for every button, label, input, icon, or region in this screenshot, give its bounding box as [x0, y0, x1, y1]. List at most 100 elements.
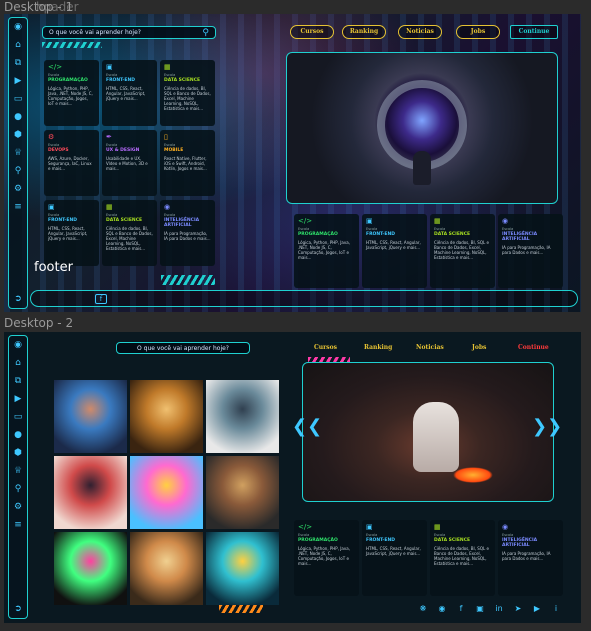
- card-label: Escola: [106, 143, 118, 147]
- hero-image: [286, 52, 558, 204]
- nav-ranking[interactable]: Ranking: [342, 25, 386, 39]
- search-input[interactable]: O que você vai aprender hoje?: [116, 342, 250, 354]
- window-icon: ▣: [106, 63, 113, 71]
- school-card[interactable]: ◉ Escola INTELIGÊNCIA ARTIFICIAL IA para Pr…: [160, 200, 215, 266]
- sliders-icon[interactable]: ≡: [12, 519, 24, 531]
- gallery-image-painter-room[interactable]: [130, 532, 203, 605]
- monitor-icon[interactable]: ▭: [12, 411, 24, 423]
- card-description: Ciência de dados, BI, SQL e Banco de Dad…: [164, 86, 211, 111]
- telegram-icon[interactable]: ➤: [513, 604, 523, 614]
- home-icon[interactable]: ⌂: [12, 357, 24, 369]
- card-label: Escola: [298, 533, 310, 537]
- desktop-1-frame: ◉ ⌂ ⧉ ▶ ▭ ● ⬢ ♕ ⚲ ⚙ ≡ ➲ O que você vai aprender hoj…: [4, 14, 581, 312]
- school-card[interactable]: ▣ Escola FRONT-END HTML, CSS, React, Angula…: [362, 214, 427, 288]
- nav-noticias[interactable]: Noticias: [398, 25, 442, 39]
- gallery-image-ai-face-blue[interactable]: [54, 380, 127, 453]
- nav-ranking[interactable]: Ranking: [364, 344, 392, 351]
- robot-icon: ◉: [502, 523, 509, 531]
- cube-icon[interactable]: ⬢: [12, 129, 24, 141]
- school-card[interactable]: </> Escola PROGRAMAÇÃO Lógica, Python, PHP,…: [294, 520, 359, 596]
- video-icon[interactable]: ▶: [12, 75, 24, 87]
- nav-jobs[interactable]: Jobs: [472, 344, 486, 351]
- card-description: HTML, CSS, React, Angular, JavaScript, j…: [366, 546, 421, 556]
- logo-avatar-icon: ◉: [14, 22, 22, 32]
- school-card[interactable]: ▣ Escola FRONT-END HTML, CSS, React, Angula…: [362, 520, 427, 596]
- card-description: IA para Programação, IA para Dados e mai…: [502, 245, 551, 255]
- gallery-image-gaming-laptop[interactable]: [54, 532, 127, 605]
- card-description: IA para Programação, IA para Dados e mai…: [502, 551, 551, 561]
- card-description: HTML, CSS, React, Angular, JavaScript, j…: [106, 86, 146, 101]
- monitor-icon[interactable]: ▭: [12, 93, 24, 105]
- card-title: PROGRAMAÇÃO: [298, 232, 338, 237]
- school-card[interactable]: ◉ Escola INTELIGÊNCIA ARTIFICIAL IA para Pr…: [498, 520, 563, 596]
- gallery-image-vr-user[interactable]: [206, 532, 279, 605]
- slider-next-arrow-icon[interactable]: ❯❯: [532, 416, 562, 437]
- gallery-image-ai-face-splash[interactable]: [206, 380, 279, 453]
- search-icon[interactable]: ⚲: [202, 28, 209, 38]
- chat-icon[interactable]: ●: [12, 429, 24, 441]
- grid-icon: ▦: [434, 217, 441, 225]
- astronaut-figure: [413, 151, 431, 185]
- search-zoom-icon[interactable]: ⚲: [12, 483, 24, 495]
- documents-icon[interactable]: ⧉: [12, 375, 24, 387]
- gallery-image-retro-tv[interactable]: [206, 456, 279, 529]
- school-card[interactable]: ✒ Escola UX & DESIGN Usabilidade e UX, Víde…: [102, 130, 157, 196]
- school-card[interactable]: ▯ Escola MOBILE React Native, Flutter, iOS …: [160, 130, 215, 196]
- sliders-icon[interactable]: ≡: [12, 201, 24, 213]
- school-card[interactable]: ⚙ Escola DEVOPS AWS, Azure, Docker, Seguran…: [44, 130, 99, 196]
- card-description: AWS, Azure, Docker, Segurança, IaC, Linu…: [48, 156, 92, 171]
- card-label: Escola: [48, 73, 60, 77]
- youtube-icon[interactable]: ▶: [532, 604, 542, 614]
- gallery-image-ai-swirl[interactable]: [130, 456, 203, 529]
- settings-icon[interactable]: ⚙: [12, 501, 24, 513]
- pen-icon: ✒: [106, 133, 112, 141]
- logout-icon[interactable]: ➲: [12, 293, 24, 305]
- school-card[interactable]: ▦ Escola DATA SCIENCE Ciência de dados, BI,…: [160, 60, 215, 126]
- home-icon[interactable]: ⌂: [12, 39, 24, 51]
- nav-jobs[interactable]: Jobs: [456, 25, 500, 39]
- card-title: DATA SCIENCE: [106, 218, 143, 223]
- logout-icon[interactable]: ➲: [12, 603, 24, 615]
- school-card[interactable]: ▦ Escola DATA SCIENCE Ciência de dados, BI,…: [430, 214, 495, 288]
- school-card[interactable]: </> Escola PROGRAMAÇÃO Lógica, Python, PHP,…: [44, 60, 99, 126]
- share-icon[interactable]: ❋: [418, 604, 428, 614]
- nav-noticias[interactable]: Noticias: [416, 344, 444, 351]
- cube-icon[interactable]: ⬢: [12, 447, 24, 459]
- nav-cursos[interactable]: Cursos: [314, 344, 337, 351]
- crown-icon[interactable]: ♕: [12, 465, 24, 477]
- school-card[interactable]: ▦ Escola DATA SCIENCE Ciência de dados, BI,…: [430, 520, 495, 596]
- crown-icon[interactable]: ♕: [12, 147, 24, 159]
- card-description: HTML, CSS, React, Angular, JavaScript, j…: [48, 226, 88, 241]
- facebook-icon[interactable]: f: [456, 604, 466, 614]
- card-label: Escola: [164, 143, 176, 147]
- continue-button[interactable]: Continue: [510, 25, 558, 39]
- card-description: Lógica, Python, PHP, Java, .NET, Node JS…: [298, 546, 350, 566]
- linkedin-icon[interactable]: in: [494, 604, 504, 614]
- chat-icon[interactable]: ●: [12, 111, 24, 123]
- slider-prev-arrow-icon[interactable]: ❮❮: [292, 416, 322, 437]
- info-icon[interactable]: i: [551, 604, 561, 614]
- card-description: Ciência de dados, BI, SQL e Banco de Dad…: [434, 546, 489, 566]
- card-description: Usabilidade e UX, Vídeo e Motion, 3D e m…: [106, 156, 148, 171]
- school-card[interactable]: ◉ Escola INTELIGÊNCIA ARTIFICIAL IA para Pr…: [498, 214, 563, 288]
- continue-button[interactable]: Continue: [518, 344, 549, 351]
- school-card[interactable]: ▣ Escola FRONT-END HTML, CSS, React, Angula…: [102, 60, 157, 126]
- card-label: Escola: [48, 213, 60, 217]
- nav-cursos[interactable]: Cursos: [290, 25, 334, 39]
- documents-icon[interactable]: ⧉: [12, 57, 24, 69]
- school-card[interactable]: ▦ Escola DATA SCIENCE Ciência de dados, BI,…: [102, 200, 157, 266]
- window-icon: ▣: [48, 203, 55, 211]
- card-label: Escola: [164, 73, 176, 77]
- search-placeholder: O que você vai aprender hoje?: [49, 29, 141, 36]
- school-card[interactable]: </> Escola PROGRAMAÇÃO Lógica, Python, PHP,…: [294, 214, 359, 288]
- gallery-image-ai-face-gold[interactable]: [130, 380, 203, 453]
- settings-icon[interactable]: ⚙: [12, 183, 24, 195]
- video-icon[interactable]: ▶: [12, 393, 24, 405]
- search-zoom-icon[interactable]: ⚲: [12, 165, 24, 177]
- school-card[interactable]: ▣ Escola FRONT-END HTML, CSS, React, Angula…: [44, 200, 99, 266]
- facebook-icon[interactable]: f: [95, 294, 107, 304]
- search-input[interactable]: O que você vai aprender hoje? ⚲: [42, 26, 216, 39]
- instagram-icon[interactable]: ▣: [475, 604, 485, 614]
- gallery-image-ai-face-bust[interactable]: [54, 456, 127, 529]
- discord-icon[interactable]: ◉: [437, 604, 447, 614]
